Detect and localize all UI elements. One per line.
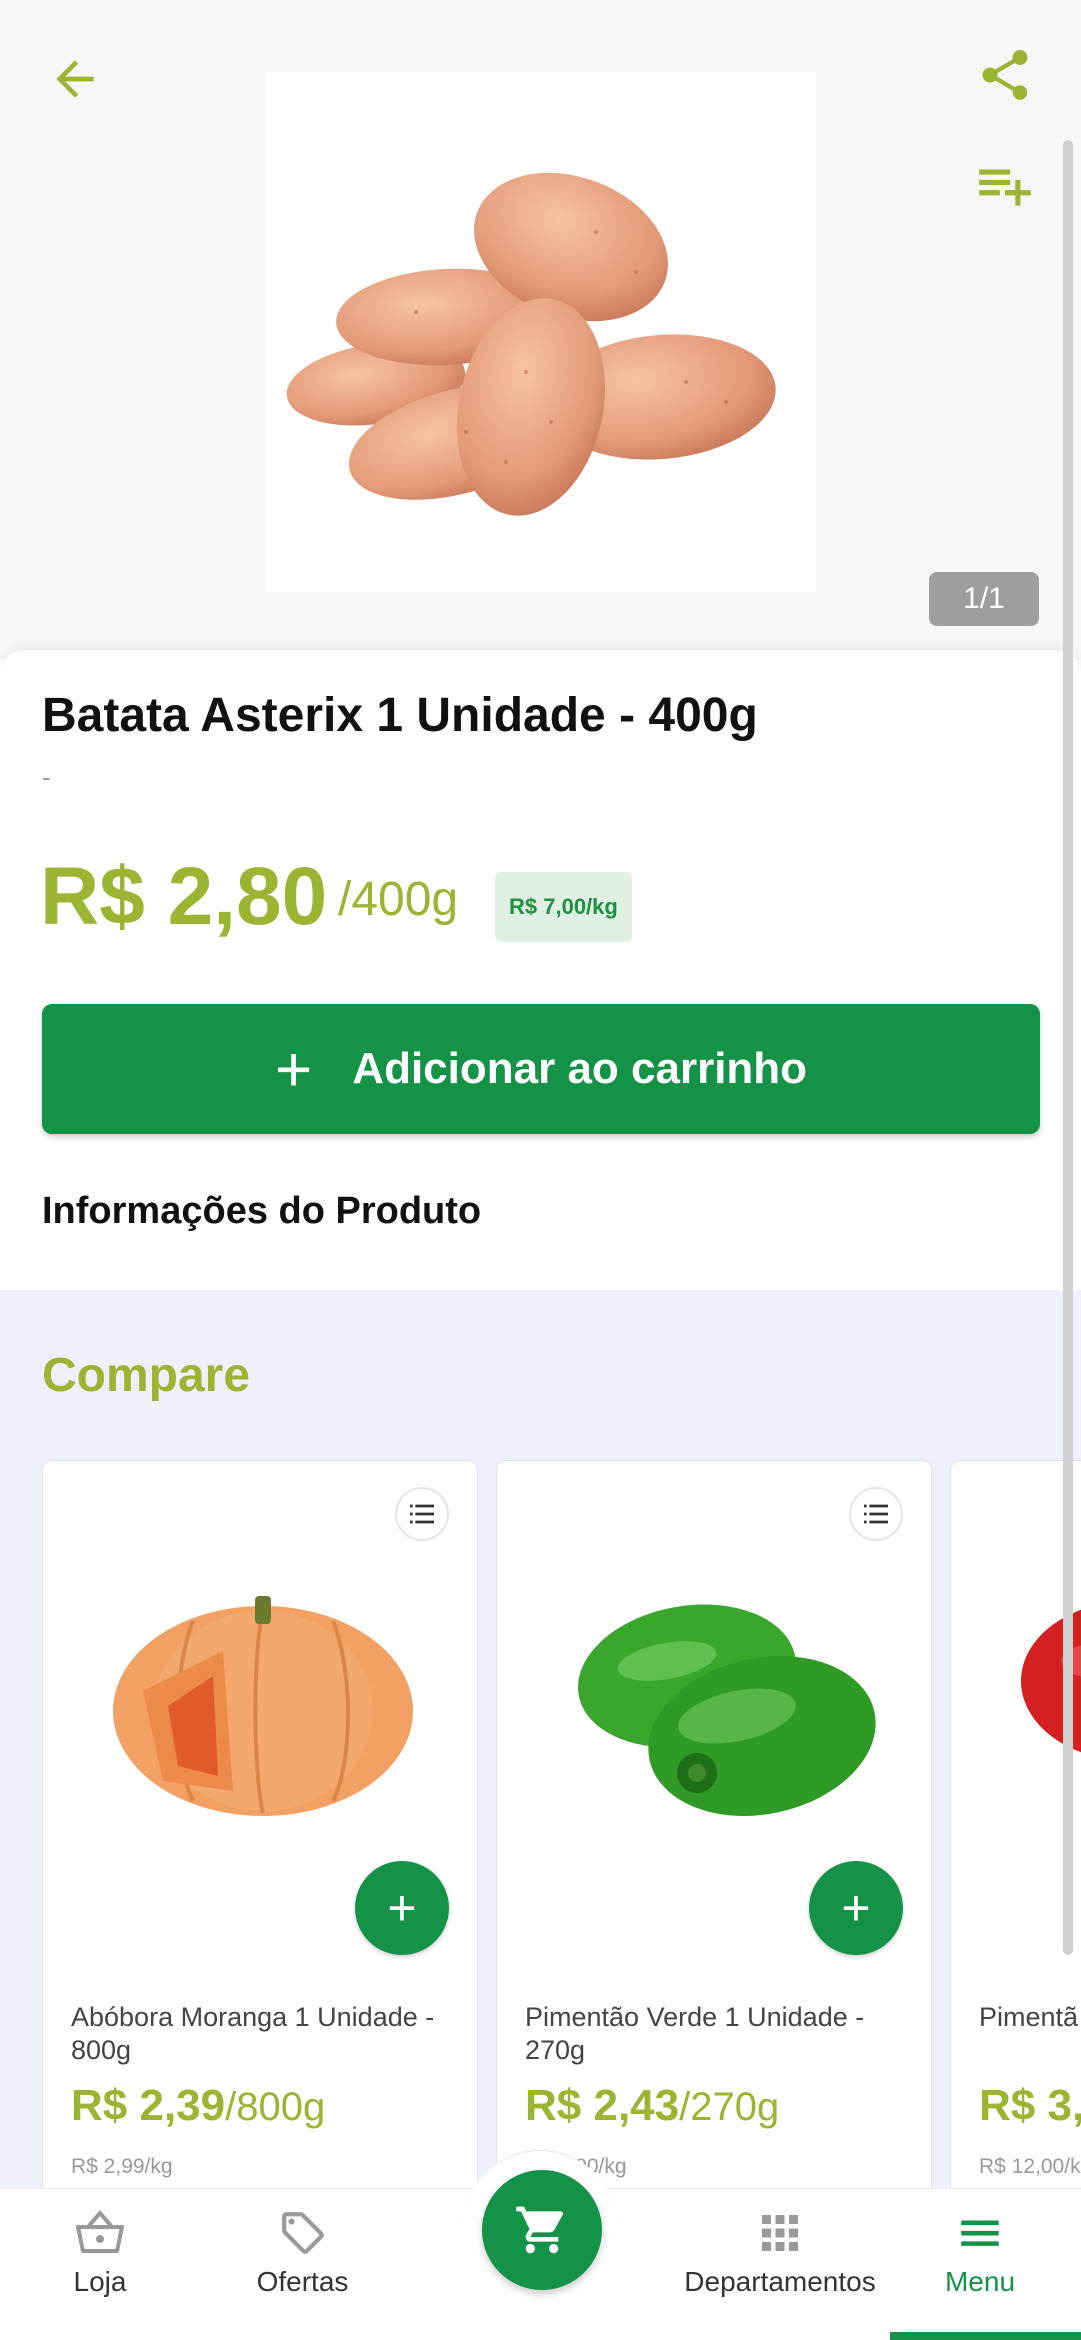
card-price-unit: /270g <box>679 2085 780 2129</box>
nav-item-menu[interactable]: Menu <box>930 2208 1030 2298</box>
card-product-name: Pimentão Verde 1 Unidade - 270g <box>525 2002 865 2065</box>
grid-icon <box>762 2215 798 2251</box>
card-add-to-cart-button[interactable]: + <box>355 1861 449 1955</box>
tag-icon <box>281 2212 324 2254</box>
add-to-cart-label: Adicionar ao carrinho <box>352 1044 808 1093</box>
card-price-value: R$ 2,39 <box>71 2081 226 2130</box>
add-to-list-button[interactable] <box>395 1487 449 1541</box>
basket-icon <box>76 2209 124 2253</box>
product-image-potatoes <box>266 72 816 592</box>
card-price-unit: /800g <box>225 2085 326 2129</box>
compare-card[interactable]: + Pimentão Verde 1 Unidade - 270g R$ 2,4… <box>496 1460 932 2220</box>
list-icon <box>864 1504 888 1524</box>
plus-icon: + <box>387 1880 417 1936</box>
card-price-value: R$ 2,43 <box>525 2081 680 2130</box>
plus-icon: + <box>841 1880 871 1936</box>
share-icon <box>982 50 1028 100</box>
nav-label: Ofertas <box>256 2266 349 2297</box>
product-image-green-pepper <box>537 1541 897 1851</box>
product-subtitle: - <box>42 762 51 792</box>
menu-icon <box>961 2220 999 2246</box>
add-to-cart-button[interactable]: + Adicionar ao carrinho <box>42 1004 1040 1134</box>
compare-title: Compare <box>42 1349 251 1402</box>
product-info-heading[interactable]: Informações do Produto <box>42 1190 481 1233</box>
card-product-name: Pimentã - 320g <box>979 2002 1081 2032</box>
scrollbar[interactable] <box>1063 140 1073 1955</box>
back-button[interactable] <box>40 44 110 114</box>
nav-label: Loja <box>73 2266 127 2297</box>
card-price: R$ 3, <box>979 2081 1081 2131</box>
card-price: R$ 2,43/270g <box>525 2081 779 2131</box>
price-per-kg-badge: R$ 7,00/kg <box>495 872 632 942</box>
nav-label: Departamentos <box>684 2266 876 2297</box>
plus-icon: + <box>274 1033 313 1105</box>
product-price: R$ 2,80 <box>40 851 328 942</box>
arrow-left-icon <box>56 60 94 98</box>
compare-card[interactable]: Pimentã - 320g R$ 3, R$ 12,00/k <box>950 1460 1081 2220</box>
product-title: Batata Asterix 1 Unidade - 400g <box>42 689 758 742</box>
product-details-card: Batata Asterix 1 Unidade - 400g - R$ 2,8… <box>0 650 1081 1290</box>
add-to-list-button[interactable] <box>970 150 1040 220</box>
card-add-to-cart-button[interactable]: + <box>809 1861 903 1955</box>
add-to-list-button[interactable] <box>849 1487 903 1541</box>
nav-item-ofertas[interactable]: Ofertas <box>240 2208 365 2298</box>
share-button[interactable] <box>970 40 1040 110</box>
product-image-pumpkin <box>83 1541 443 1851</box>
image-counter: 1/1 <box>929 572 1039 626</box>
product-unit: /400g <box>338 873 459 926</box>
nav-label: Menu <box>944 2266 1016 2297</box>
cart-icon <box>516 2206 564 2254</box>
playlist-add-icon <box>979 169 1031 206</box>
card-price-value: R$ 3, <box>979 2081 1081 2130</box>
cart-button[interactable] <box>482 2170 602 2290</box>
list-icon <box>410 1504 434 1524</box>
card-price: R$ 2,39/800g <box>71 2081 325 2131</box>
card-price-per-kg: R$ 2,99/kg <box>71 2155 173 2178</box>
product-detail-screen: 1/1 Batata Asterix 1 Unidade - 400g - R$… <box>0 0 1081 2340</box>
compare-card[interactable]: + Abóbora Moranga 1 Unidade - 800g R$ 2,… <box>42 1460 478 2220</box>
active-tab-indicator <box>890 2332 1081 2340</box>
nav-item-departamentos[interactable]: Departamentos <box>680 2208 880 2298</box>
nav-item-loja[interactable]: Loja <box>55 2208 145 2298</box>
card-product-name: Abóbora Moranga 1 Unidade - 800g <box>71 2002 435 2065</box>
product-image-carousel[interactable]: 1/1 <box>0 0 1081 660</box>
card-price-per-kg: R$ 12,00/k <box>979 2155 1081 2178</box>
